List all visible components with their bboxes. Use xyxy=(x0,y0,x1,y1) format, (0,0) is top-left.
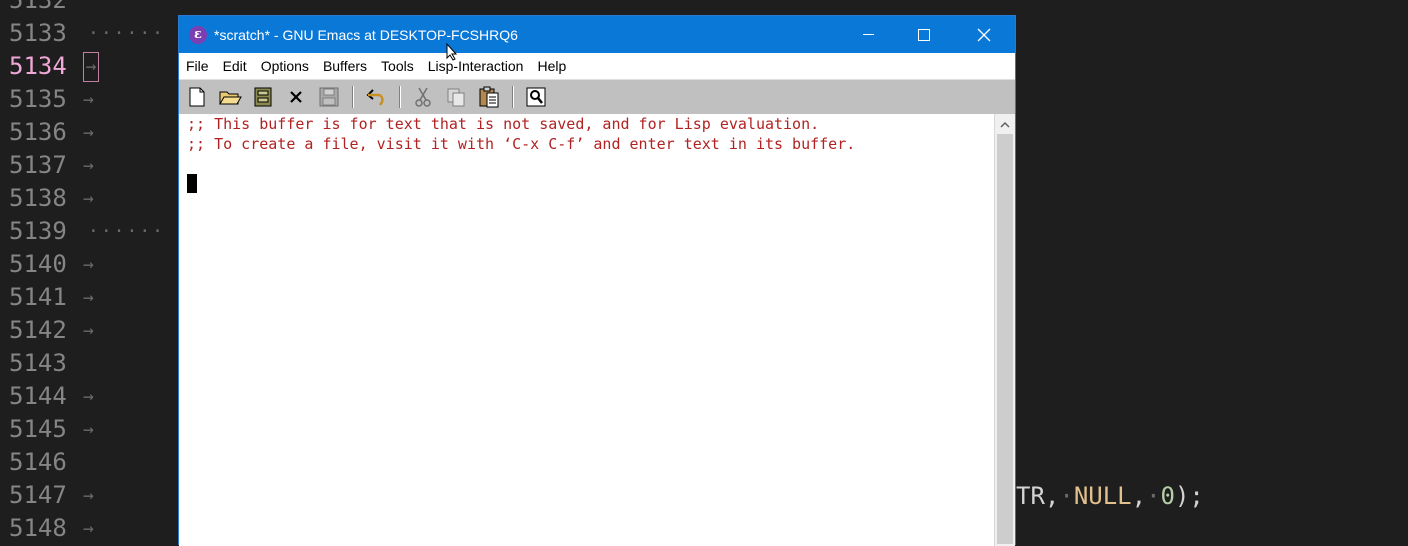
maximize-button[interactable] xyxy=(901,16,947,53)
whitespace-dots: ······ xyxy=(88,221,166,242)
menu-edit[interactable]: Edit xyxy=(223,58,247,74)
line-number: 5142 → xyxy=(0,314,94,347)
menu-buffers[interactable]: Buffers xyxy=(323,58,367,74)
menu-file[interactable]: File xyxy=(186,58,209,74)
cut-icon xyxy=(415,87,431,107)
new-file-icon xyxy=(189,87,205,107)
line-number-gutter: 5132 5133 ······ 5134 → 5135 → 5136 → 5137 → … xyxy=(0,0,163,545)
emacs-app-icon[interactable]: ε xyxy=(189,25,207,44)
tab-arrow-icon: → xyxy=(83,287,94,308)
open-folder-icon xyxy=(219,91,242,105)
window-title: *scratch* - GNU Emacs at DESKTOP-FCSHRQ6 xyxy=(214,26,518,43)
tab-arrow-icon: → xyxy=(83,89,94,110)
tool-bar xyxy=(179,79,1015,115)
line-number: 5140 → xyxy=(0,248,94,281)
scrollbar-thumb[interactable] xyxy=(997,134,1013,544)
line-number: 5139 ······ xyxy=(0,215,163,248)
minimize-icon xyxy=(862,34,874,35)
line-number: 5141 → xyxy=(0,281,94,314)
emacs-window[interactable]: ε *scratch* - GNU Emacs at DESKTOP-FCSHR… xyxy=(178,15,1016,546)
open-file-button[interactable] xyxy=(218,85,242,109)
tab-arrow-icon: → xyxy=(83,386,94,407)
paste-icon xyxy=(479,86,499,108)
line-number: 5132 xyxy=(9,0,67,14)
tab-arrow-icon: → xyxy=(83,122,94,143)
tab-arrow-icon: → xyxy=(83,188,94,209)
menu-lisp-interaction[interactable]: Lisp-Interaction xyxy=(428,58,524,74)
buffer-comment-line: ;; This buffer is for text that is not s… xyxy=(187,115,820,133)
copy-icon xyxy=(447,88,465,107)
minimize-button[interactable] xyxy=(845,16,891,53)
whitespace-dots: ······ xyxy=(88,23,166,44)
undo-button[interactable] xyxy=(364,85,388,109)
code-line-fragment: TR,·NULL,·0); xyxy=(1016,482,1204,510)
paste-button[interactable] xyxy=(477,85,501,109)
cut-button[interactable] xyxy=(411,85,435,109)
search-icon xyxy=(526,87,546,107)
maximize-icon xyxy=(918,28,930,41)
tab-arrow-icon: → xyxy=(83,485,94,506)
close-button[interactable] xyxy=(961,16,1007,53)
chevron-up-icon xyxy=(1000,121,1010,128)
tab-arrow-icon: → xyxy=(83,155,94,176)
toolbar-separator xyxy=(399,86,401,108)
line-number: 5144 → xyxy=(0,380,94,413)
close-icon xyxy=(977,28,991,41)
text-cursor xyxy=(187,174,197,193)
vertical-scrollbar[interactable] xyxy=(994,114,1015,546)
copy-button[interactable] xyxy=(444,85,468,109)
line-number-active: 5134 → xyxy=(0,50,99,83)
close-buffer-icon xyxy=(290,91,302,103)
mouse-pointer-icon xyxy=(446,43,458,61)
scratch-buffer-text-area[interactable]: ;; This buffer is for text that is not s… xyxy=(179,114,995,546)
tab-arrow-icon: → xyxy=(83,419,94,440)
line-number: 5146 xyxy=(9,448,67,476)
tab-arrow-icon: → xyxy=(83,52,99,82)
toolbar-separator xyxy=(512,86,514,108)
scroll-up-button[interactable] xyxy=(995,114,1015,134)
buffer-comment-line: ;; To create a file, visit it with ‘C-x … xyxy=(187,135,856,153)
new-file-button[interactable] xyxy=(185,85,209,109)
line-number: 5145 → xyxy=(0,413,94,446)
save-icon xyxy=(319,87,339,107)
search-button[interactable] xyxy=(524,85,548,109)
menu-help[interactable]: Help xyxy=(537,58,566,74)
line-number: 5147 → xyxy=(0,479,94,512)
tab-arrow-icon: → xyxy=(83,254,94,275)
line-number: 5135 → xyxy=(0,83,94,116)
tab-arrow-icon: → xyxy=(83,518,94,539)
open-directory-icon xyxy=(254,87,272,107)
save-button[interactable] xyxy=(317,85,341,109)
line-number: 5148 → xyxy=(0,512,94,545)
line-number: 5133 ······ xyxy=(0,17,163,50)
close-buffer-button[interactable] xyxy=(284,85,308,109)
menu-bar: File Edit Options Buffers Tools Lisp-Int… xyxy=(179,53,1015,79)
tab-arrow-icon: → xyxy=(83,320,94,341)
title-bar[interactable]: ε *scratch* - GNU Emacs at DESKTOP-FCSHR… xyxy=(179,16,1015,53)
line-number: 5143 xyxy=(9,349,67,377)
line-number: 5137 → xyxy=(0,149,94,182)
menu-options[interactable]: Options xyxy=(261,58,309,74)
menu-tools[interactable]: Tools xyxy=(381,58,414,74)
toolbar-separator xyxy=(352,86,354,108)
undo-icon xyxy=(366,89,384,106)
line-number: 5138 → xyxy=(0,182,94,215)
line-number: 5136 → xyxy=(0,116,94,149)
open-directory-button[interactable] xyxy=(251,85,275,109)
